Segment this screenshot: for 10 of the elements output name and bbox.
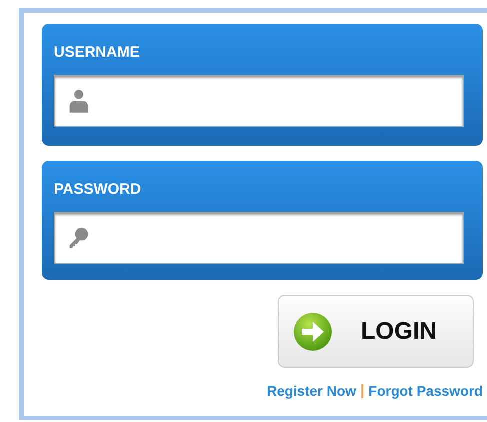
input-field[interactable] [54, 75, 464, 127]
user-icon [68, 89, 90, 113]
input-field[interactable] [54, 212, 464, 264]
login-button[interactable]: LOGIN [278, 295, 474, 368]
link[interactable]: Register Now [266, 382, 356, 398]
field-label: USERNAME [54, 44, 141, 63]
link[interactable]: Forgot Password [368, 382, 483, 398]
key-icon [68, 227, 90, 249]
separator: | [360, 382, 365, 399]
field-label: PASSWORD [54, 181, 142, 200]
